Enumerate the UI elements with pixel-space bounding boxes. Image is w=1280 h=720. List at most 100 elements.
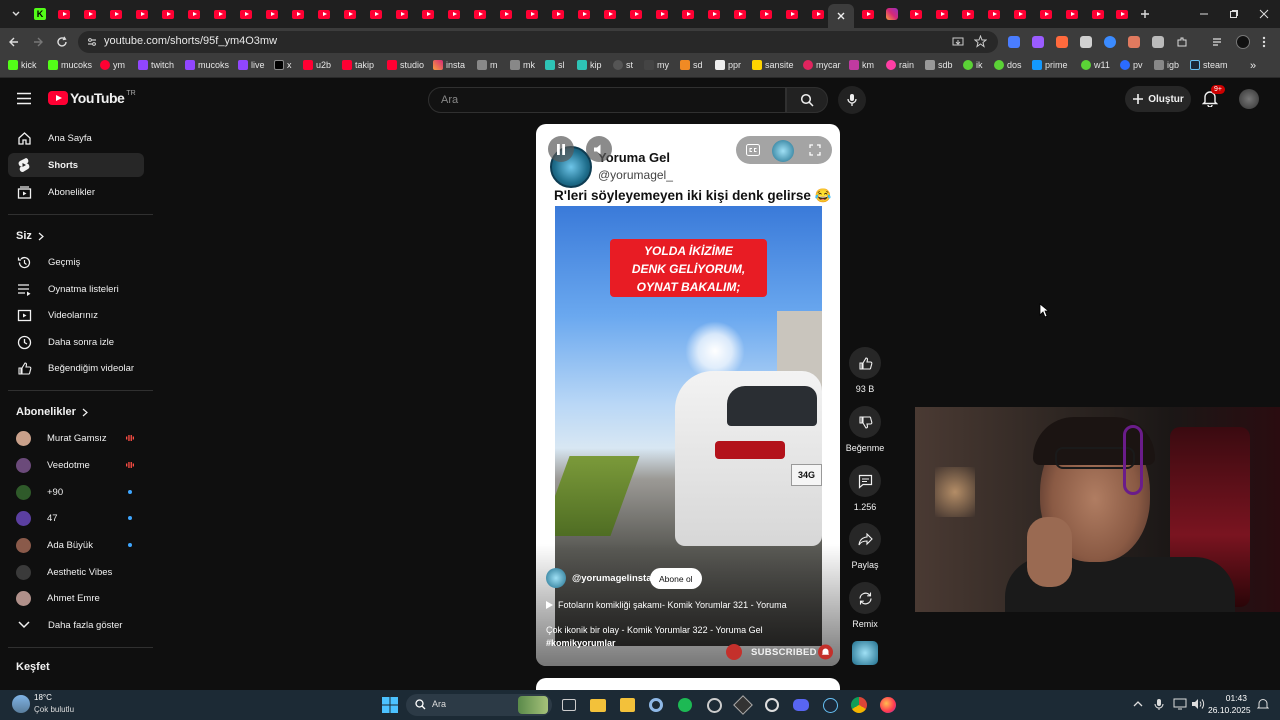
tab-youtube[interactable]	[982, 4, 1006, 24]
tray-overflow-icon[interactable]	[1133, 700, 1143, 708]
tab-youtube[interactable]	[676, 4, 700, 24]
subscribe-button[interactable]: Abone ol	[650, 568, 702, 589]
taskbar-app-discord[interactable]	[791, 695, 811, 715]
bookmark-item[interactable]: pv	[1120, 60, 1143, 70]
extensions-puzzle-icon[interactable]	[1176, 36, 1188, 48]
tab-youtube[interactable]	[650, 4, 674, 24]
extension-icon[interactable]	[1152, 36, 1164, 48]
account-avatar[interactable]	[1239, 89, 1259, 109]
bookmark-item[interactable]: kip	[577, 60, 602, 70]
bookmark-item[interactable]: m	[477, 60, 498, 70]
tab-youtube[interactable]	[1034, 4, 1058, 24]
youtube-logo[interactable]: YouTube TR	[48, 90, 136, 106]
tab-youtube[interactable]	[728, 4, 752, 24]
extension-icon[interactable]	[1008, 36, 1020, 48]
tab-youtube[interactable]	[956, 4, 980, 24]
omnibox[interactable]: youtube.com/shorts/95f_ym4O3mw	[78, 31, 998, 53]
bookmark-item[interactable]: sl	[545, 60, 565, 70]
taskbar-app-xbox[interactable]	[675, 695, 695, 715]
tab-youtube[interactable]	[494, 4, 518, 24]
tab-youtube[interactable]	[234, 4, 258, 24]
tab-youtube[interactable]	[104, 4, 128, 24]
notification-center-icon[interactable]	[1257, 698, 1269, 711]
bookmark-item[interactable]: steam	[1190, 60, 1228, 70]
bookmark-item[interactable]: st	[613, 60, 633, 70]
sidebar-item-subscriptions[interactable]: Abonelikler	[8, 180, 144, 204]
weather-icon[interactable]	[12, 695, 30, 713]
tab-youtube[interactable]	[390, 4, 414, 24]
sidebar-item-liked-videos[interactable]: Beğendiğim videolar	[8, 356, 144, 380]
sidebar-item-your-videos[interactable]: Videolarınız	[8, 303, 144, 327]
tab-youtube[interactable]	[1086, 4, 1110, 24]
taskbar-app-explorer[interactable]	[588, 695, 608, 715]
hamburger-menu-icon[interactable]	[16, 92, 32, 105]
tab-youtube[interactable]	[338, 4, 362, 24]
create-button[interactable]: Oluştur	[1125, 86, 1191, 112]
sidebar-item-playlists[interactable]: Oynatma listeleri	[8, 277, 144, 301]
media-control-icon[interactable]	[1212, 36, 1224, 48]
taskview-button[interactable]	[559, 695, 579, 715]
sidebar-item-channel[interactable]: 47	[8, 506, 144, 530]
window-close-button[interactable]	[1252, 4, 1276, 24]
tab-active-close[interactable]	[828, 4, 854, 28]
bookmark-star-icon[interactable]	[974, 35, 987, 48]
tab-youtube[interactable]	[286, 4, 310, 24]
tab-instagram[interactable]	[880, 4, 904, 24]
tab-youtube[interactable]	[260, 4, 284, 24]
minimize-button[interactable]	[1192, 4, 1216, 24]
tab-youtube[interactable]	[520, 4, 544, 24]
bell-icon[interactable]	[818, 644, 833, 660]
reload-icon[interactable]	[56, 36, 68, 48]
tab-youtube[interactable]	[156, 4, 180, 24]
tab-youtube[interactable]	[598, 4, 622, 24]
install-app-icon[interactable]	[952, 36, 964, 48]
tab-youtube[interactable]	[78, 4, 102, 24]
sidebar-item-channel[interactable]: Murat Gamsız	[8, 426, 144, 450]
playlist-link[interactable]: Fotoların komikliği şakamı- Komik Yoruml…	[546, 600, 816, 610]
bookmark-item[interactable]: twitch	[138, 60, 174, 70]
taskbar-app[interactable]	[704, 695, 724, 715]
tab-youtube[interactable]	[1060, 4, 1084, 24]
sidebar-item-channel[interactable]: Ahmet Emre	[8, 586, 144, 610]
tab-youtube[interactable]	[52, 4, 76, 24]
next-short-preview[interactable]	[536, 678, 840, 690]
sidebar-item-channel[interactable]: +90	[8, 480, 144, 504]
bookmark-item[interactable]: mucoks	[48, 60, 92, 70]
bookmark-item[interactable]: ym	[100, 60, 125, 70]
bookmark-item[interactable]: igb	[1154, 60, 1179, 70]
bookmarks-overflow-button[interactable]: »	[1250, 60, 1256, 72]
channel-handle[interactable]: @yorumagel_	[598, 168, 673, 182]
bookmark-item[interactable]: ppr	[715, 60, 741, 70]
bookmark-item[interactable]: w11	[1081, 60, 1110, 70]
bookmark-item[interactable]: rain	[886, 60, 914, 70]
taskbar-app-store[interactable]	[617, 695, 637, 715]
extension-icon[interactable]	[1080, 36, 1092, 48]
extension-icon[interactable]	[1056, 36, 1068, 48]
hashtag-link[interactable]: #komikyorumlar	[546, 638, 616, 648]
weather-temp[interactable]: 18°C	[34, 693, 52, 702]
sidebar-item-shorts[interactable]: Shorts	[8, 153, 144, 177]
taskbar-app-chrome[interactable]	[849, 695, 869, 715]
tab-youtube[interactable]	[904, 4, 928, 24]
captions-icon[interactable]	[746, 144, 760, 156]
bookmark-item[interactable]: takip	[342, 60, 374, 70]
bookmark-item[interactable]: mucoks	[185, 60, 229, 70]
tab-youtube[interactable]	[702, 4, 726, 24]
tab-youtube[interactable]	[208, 4, 232, 24]
author-avatar[interactable]	[546, 568, 566, 588]
bookmark-item[interactable]: my	[644, 60, 669, 70]
bookmark-item[interactable]: u2b	[303, 60, 331, 70]
tab-youtube[interactable]	[754, 4, 778, 24]
start-button[interactable]	[380, 695, 400, 715]
tab-youtube[interactable]	[856, 4, 880, 24]
remix-button[interactable]: Remix	[848, 582, 882, 629]
taskbar-search[interactable]: Ara	[406, 694, 552, 716]
sidebar-item-channel[interactable]: Aesthetic Vibes	[8, 560, 144, 584]
volume-button[interactable]	[586, 136, 612, 162]
tab-kick[interactable]: K	[28, 4, 52, 24]
taskbar-app[interactable]	[762, 695, 782, 715]
restore-button[interactable]	[1222, 4, 1246, 24]
bookmark-item[interactable]: sd	[680, 60, 703, 70]
fullscreen-icon[interactable]	[809, 144, 821, 156]
dislike-button[interactable]: Beğenme	[846, 406, 884, 453]
